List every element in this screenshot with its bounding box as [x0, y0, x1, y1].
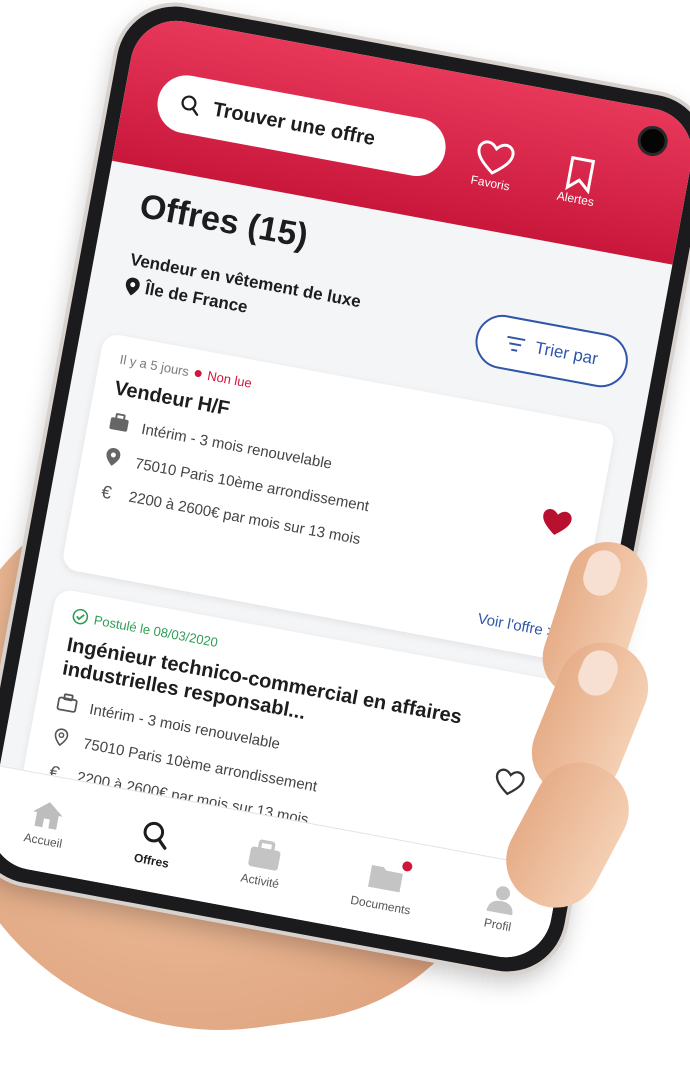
- search-field[interactable]: Trouver une offre: [152, 70, 451, 181]
- heart-filled-icon: [543, 509, 572, 535]
- view-offer-link[interactable]: Voir l'offre >: [476, 610, 557, 641]
- status-badge: Non lue: [206, 367, 254, 391]
- nav-offers[interactable]: Offres: [133, 817, 176, 871]
- favorite-toggle[interactable]: [490, 766, 527, 804]
- heart-outline-icon: [495, 768, 525, 796]
- nav-profile[interactable]: Profil: [482, 882, 520, 935]
- page-title: Offres (15): [136, 186, 311, 256]
- home-icon: [33, 802, 63, 830]
- briefcase-icon: [106, 412, 132, 439]
- nav-offers-label: Offres: [132, 850, 171, 871]
- unread-dot: [194, 369, 203, 378]
- nav-documents[interactable]: Documents: [349, 856, 418, 917]
- bookmark-icon: [564, 155, 595, 195]
- search-placeholder: Trouver une offre: [211, 98, 377, 150]
- briefcase-outline-icon: [54, 692, 80, 719]
- briefcase-icon: [248, 839, 281, 871]
- folder-icon: [367, 864, 403, 892]
- favorite-toggle[interactable]: [536, 505, 576, 546]
- search-icon: [181, 95, 199, 116]
- euro-icon: €: [99, 481, 114, 504]
- favorites-button[interactable]: Favoris: [469, 137, 517, 194]
- nav-activity-label: Activité: [239, 870, 281, 892]
- filter-icon: [507, 335, 526, 352]
- location-pin-icon: [125, 277, 140, 296]
- folder-icon-wrap: [365, 858, 413, 897]
- search-icon: [143, 821, 167, 850]
- sort-label: Trier par: [533, 338, 600, 369]
- alerts-button[interactable]: Alertes: [556, 153, 602, 209]
- nav-profile-label: Profil: [482, 915, 513, 935]
- nav-home-label: Accueil: [22, 830, 64, 851]
- nav-activity[interactable]: Activité: [240, 837, 287, 891]
- nav-documents-label: Documents: [349, 892, 412, 918]
- location-outline-icon: [48, 726, 74, 753]
- location-pin-icon: [100, 446, 126, 473]
- nav-home[interactable]: Accueil: [23, 797, 70, 851]
- sort-button[interactable]: Trier par: [471, 310, 633, 392]
- posted-date: Il y a 5 jours: [118, 351, 191, 380]
- notification-badge: [401, 860, 413, 872]
- check-circle-icon: [72, 608, 89, 625]
